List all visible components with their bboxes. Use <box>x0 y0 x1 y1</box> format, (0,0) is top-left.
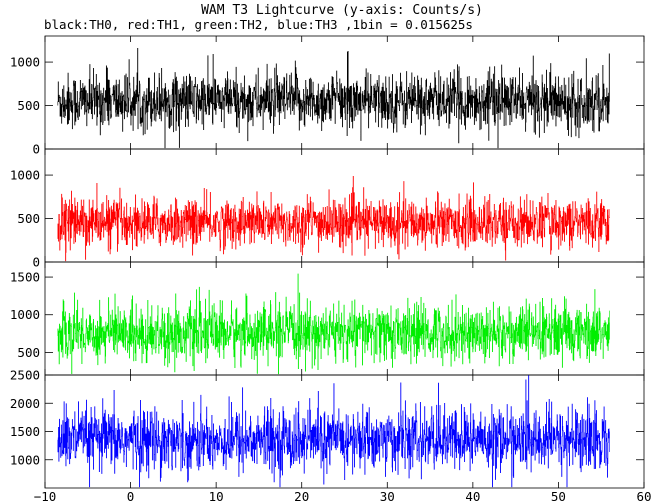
y-tick-label: 500 <box>17 345 40 360</box>
series-th2 <box>57 273 610 375</box>
x-tick-label: −10 <box>34 489 57 504</box>
y-tick-label: 1500 <box>10 424 40 439</box>
series-th3 <box>57 375 610 488</box>
y-tick-label: 500 <box>17 211 40 226</box>
lightcurve-chart: WAM T3 Lightcurve (y-axis: Counts/s) bla… <box>10 3 652 504</box>
x-tick-label: 10 <box>209 489 224 504</box>
x-tick-label: 30 <box>380 489 395 504</box>
panel-th0: 0 500 1000 <box>10 35 645 157</box>
y-tick-label: 1000 <box>10 307 40 322</box>
y-tick-label: 1000 <box>10 55 40 70</box>
chart-title: WAM T3 Lightcurve (y-axis: Counts/s) <box>201 3 483 18</box>
y-tick-label: 1000 <box>10 452 40 467</box>
y-tick-label: 2000 <box>10 396 40 411</box>
x-tick-label: 40 <box>465 489 480 504</box>
y-tick-label: 1500 <box>10 270 40 285</box>
y-tick-label: 0 <box>32 142 40 157</box>
panel-th1: 0 500 1000 <box>10 148 645 270</box>
panels-group: 0 500 1000 0 500 1000 500 1000 1500 1000 1500 2000 2… <box>10 35 645 489</box>
y-tick-label: 2500 <box>10 368 40 383</box>
x-axis: −10 0 10 20 30 40 50 60 <box>34 489 652 504</box>
x-tick-label: 0 <box>127 489 135 504</box>
y-tick-label: 500 <box>17 98 40 113</box>
series-th1 <box>57 176 610 262</box>
chart-subtitle: black:TH0, red:TH1, green:TH2, blue:TH3 … <box>44 17 473 32</box>
panel-th3: 1000 1500 2000 2500 <box>10 368 645 489</box>
panel-th2: 500 1000 1500 <box>10 261 645 376</box>
x-tick-label: 60 <box>636 489 651 504</box>
y-tick-label: 1000 <box>10 168 40 183</box>
y-tick-label: 0 <box>32 255 40 270</box>
x-tick-label: 20 <box>294 489 309 504</box>
x-tick-label: 50 <box>551 489 566 504</box>
series-th0 <box>57 47 610 149</box>
